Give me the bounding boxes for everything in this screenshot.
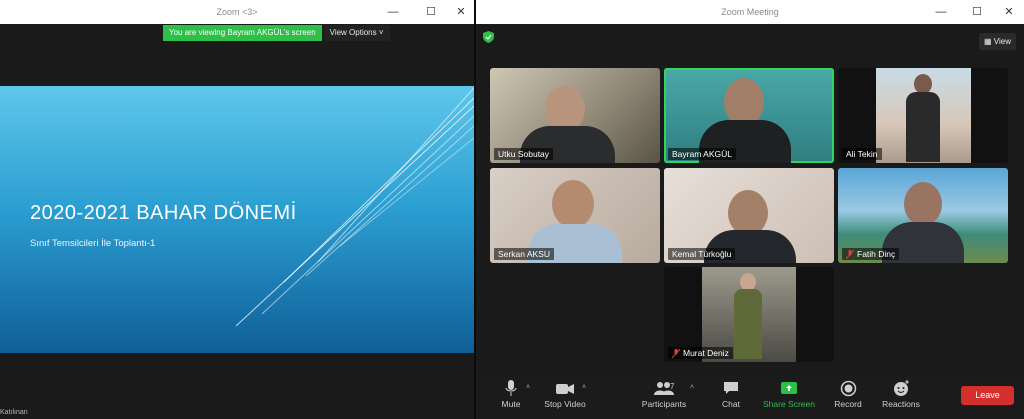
- view-options-label: View Options: [329, 28, 377, 37]
- chat-label: Chat: [722, 399, 740, 409]
- participant-video: [552, 180, 594, 228]
- participant-name: Fatih Dinç: [857, 249, 896, 259]
- participant-name-label: Bayram AKGÜL: [668, 148, 736, 160]
- share-screen-label: Share Screen: [763, 399, 815, 409]
- reactions-button[interactable]: Reactions: [880, 374, 922, 419]
- maximize-button[interactable]: ☐: [420, 0, 442, 24]
- window-title: Zoom Meeting: [721, 7, 779, 17]
- close-button[interactable]: ✕: [450, 0, 472, 24]
- participant-name: Kemal Türkoğlu: [672, 249, 732, 259]
- mute-button[interactable]: Mute: [498, 374, 524, 419]
- chevron-down-icon: ˅: [378, 28, 384, 37]
- chevron-up-icon[interactable]: ˄: [690, 384, 694, 391]
- maximize-button[interactable]: ☐: [966, 0, 988, 24]
- video-tile[interactable]: Murat Deniz: [664, 267, 834, 362]
- title-bar: Zoom Meeting — ☐ ✕: [476, 0, 1024, 24]
- shared-slide: 2020-2021 BAHAR DÖNEMİ Sınıf Temsilciler…: [0, 86, 474, 353]
- participants-count: 7: [670, 382, 675, 391]
- title-bar: Zoom <3> — ☐ ✕: [0, 0, 474, 24]
- participant-name: Murat Deniz: [683, 348, 729, 358]
- video-tile[interactable]: Kemal Türkoğlu: [664, 168, 834, 263]
- participant-name-label: Kemal Türkoğlu: [668, 248, 736, 260]
- video-tile[interactable]: Serkan AKSU: [490, 168, 660, 263]
- view-label: View: [993, 37, 1011, 46]
- chevron-up-icon[interactable]: ˄: [526, 384, 530, 391]
- share-status-bar: You are viewing Bayram AKGÜL's screen Vi…: [163, 25, 390, 41]
- meeting-toolbar: Mute ˄ Stop Video ˄ 7 Participants ˄ Cha…: [476, 374, 1024, 419]
- screen-share-window: Zoom <3> — ☐ ✕ You are viewing Bayram AK…: [0, 0, 474, 419]
- meeting-window: Zoom Meeting — ☐ ✕ ▦ View Utku Sobutay B…: [476, 0, 1024, 419]
- viewing-banner: You are viewing Bayram AKGÜL's screen: [163, 25, 322, 41]
- close-button[interactable]: ✕: [998, 0, 1020, 24]
- view-options-button[interactable]: View Options ˅: [323, 25, 390, 41]
- share-screen-icon: [781, 382, 797, 394]
- microphone-icon: [505, 380, 517, 396]
- participant-name: Utku Sobutay: [498, 149, 550, 159]
- slide-subtitle: Sınıf Temsilcileri İle Toplantı-1: [30, 238, 156, 249]
- participant-name-label: Utku Sobutay: [494, 148, 554, 160]
- participant-name-label: Fatih Dinç: [842, 248, 900, 260]
- chat-button[interactable]: Chat: [716, 374, 746, 419]
- video-tile[interactable]: Fatih Dinç: [838, 168, 1008, 263]
- chat-bubble-icon: [724, 382, 738, 394]
- shield-icon[interactable]: [483, 31, 494, 43]
- record-label: Record: [834, 399, 862, 409]
- reactions-label: Reactions: [882, 399, 920, 409]
- minimize-button[interactable]: —: [382, 0, 404, 24]
- video-tile[interactable]: Ali Tekin: [838, 68, 1008, 163]
- participant-body: [906, 92, 940, 162]
- video-camera-icon: [556, 384, 574, 394]
- mute-label: Mute: [501, 399, 521, 409]
- status-text: Katılınan: [0, 409, 28, 416]
- chevron-up-icon[interactable]: ˄: [582, 384, 586, 391]
- participants-icon-group: 7: [648, 380, 680, 397]
- participants-label: Participants: [641, 399, 687, 409]
- stop-video-label: Stop Video: [544, 399, 586, 409]
- muted-mic-icon: [672, 348, 680, 358]
- participant-body: [734, 289, 762, 359]
- leave-button[interactable]: Leave: [961, 386, 1014, 405]
- video-tile[interactable]: Utku Sobutay: [490, 68, 660, 163]
- smiley-icon: [893, 380, 909, 396]
- participant-video: [724, 78, 764, 126]
- muted-mic-icon: [846, 249, 854, 259]
- view-button[interactable]: ▦ View: [979, 33, 1016, 50]
- participants-button[interactable]: 7 Participants: [640, 374, 688, 419]
- participant-name-label: Serkan AKSU: [494, 248, 554, 260]
- participant-name-label: Murat Deniz: [668, 347, 733, 359]
- participant-name: Serkan AKSU: [498, 249, 550, 259]
- participant-name: Bayram AKGÜL: [672, 149, 732, 159]
- minimize-button[interactable]: —: [930, 0, 952, 24]
- stop-video-button[interactable]: Stop Video: [542, 374, 588, 419]
- grid-icon: ▦: [984, 37, 992, 46]
- slide-title: 2020-2021 BAHAR DÖNEMİ: [30, 202, 297, 224]
- participant-head: [914, 74, 932, 94]
- share-screen-button[interactable]: Share Screen: [762, 374, 816, 419]
- record-button[interactable]: Record: [832, 374, 864, 419]
- record-icon: [840, 380, 856, 397]
- participant-name: Ali Tekin: [846, 149, 878, 159]
- participant-video: [904, 182, 942, 226]
- participant-name-label: Ali Tekin: [842, 148, 882, 160]
- window-title: Zoom <3>: [216, 7, 258, 17]
- video-tile-active-speaker[interactable]: Bayram AKGÜL: [664, 68, 834, 163]
